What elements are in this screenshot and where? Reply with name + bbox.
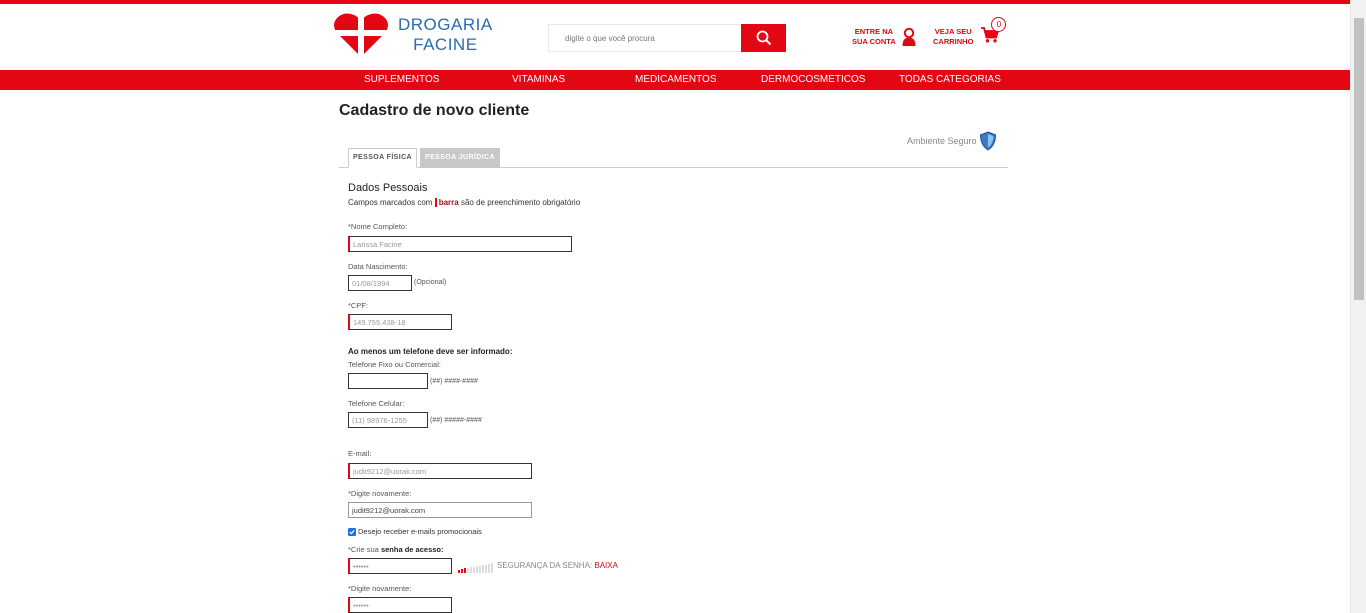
search-button[interactable]	[741, 24, 786, 52]
search-input[interactable]	[548, 24, 741, 52]
cart-icon-wrap: 0	[981, 17, 1007, 47]
heart-cross-logo-icon	[334, 13, 388, 57]
promo-email-option: Desejo receber e-mails promocionais	[348, 527, 482, 536]
store-name: DROGARIA FACINE	[398, 15, 493, 55]
required-note-suffix: são de preenchimento obrigatório	[460, 198, 581, 207]
promo-email-checkbox[interactable]	[348, 527, 356, 536]
person-type-tabs: PESSOA FÍSICA PESSOA JURÍDICA	[339, 148, 1008, 168]
user-icon	[902, 28, 916, 46]
strength-bar	[458, 570, 460, 573]
password-label-prefix: *Crie sua	[348, 545, 379, 554]
strength-bar	[485, 565, 487, 573]
password-label: *Crie sua senha de acesso:	[348, 545, 443, 554]
cart-label-line2: CARRINHO	[933, 37, 974, 46]
landline-format-hint: (##) ####-####	[430, 378, 478, 385]
checkmark-icon	[349, 529, 355, 534]
cpf-label: *CPF:	[348, 301, 369, 310]
full-name-field[interactable]	[348, 236, 572, 252]
nav-item-suplementos[interactable]: SUPLEMENTOS	[364, 74, 439, 86]
cart-label: VEJA SEU CARRINHO	[933, 27, 973, 47]
store-name-line1: DROGARIA	[398, 15, 493, 34]
secure-label: Ambiente Seguro	[907, 136, 977, 146]
name-label: *Nome Completo:	[348, 222, 408, 231]
account-label: ENTRE NA SUA CONTA	[852, 27, 896, 47]
promo-email-label: Desejo receber e-mails promocionais	[358, 527, 482, 536]
nav-item-dermocosmeticos[interactable]: DERMOCOSMETICOS	[761, 74, 865, 86]
birth-date-field[interactable]	[348, 275, 412, 291]
required-note-prefix: Campos marcados com	[348, 198, 433, 207]
nav-item-medicamentos[interactable]: MEDICAMENTOS	[635, 74, 717, 86]
search-bar	[548, 24, 786, 52]
mobile-format-hint: (##) #####-####	[430, 417, 482, 424]
landline-label: Telefone Fixo ou Comercial:	[348, 360, 441, 369]
strength-bar	[491, 563, 493, 573]
cart-label-line1: VEJA SEU	[934, 27, 972, 36]
cart-count-badge: 0	[991, 17, 1007, 32]
category-nav: SUPLEMENTOS VITAMINAS MEDICAMENTOS DERMO…	[0, 70, 1350, 90]
strength-bar	[479, 566, 481, 573]
nav-item-todas-categorias[interactable]: TODAS CATEGORIAS	[899, 74, 1001, 86]
tab-pessoa-juridica[interactable]: PESSOA JURÍDICA	[420, 148, 500, 168]
strength-bar	[473, 567, 475, 573]
email-confirm-label: *Digite novamente:	[348, 489, 412, 498]
password-strength-meter	[458, 562, 493, 573]
email-field[interactable]	[348, 463, 532, 479]
section-title: Dados Pessoais	[348, 182, 428, 194]
birth-optional-hint: (Opcional)	[414, 279, 447, 286]
account-link[interactable]: ENTRE NA SUA CONTA	[852, 27, 916, 47]
password-confirm-field[interactable]	[348, 597, 452, 613]
strength-level: BAIXA	[594, 561, 618, 570]
landline-field[interactable]	[348, 373, 428, 389]
cart-link[interactable]: VEJA SEU CARRINHO 0	[933, 17, 1007, 47]
strength-bar	[482, 565, 484, 573]
required-note-bar: barra	[434, 198, 459, 207]
birth-label: Data Nascimento:	[348, 262, 408, 271]
search-icon	[756, 30, 771, 46]
page-scrollbar[interactable]	[1350, 0, 1366, 613]
strength-bar	[488, 564, 490, 573]
password-label-bold: senha de acesso:	[380, 545, 444, 554]
strength-label: SEGURANÇA DA SENHA:	[497, 561, 593, 570]
required-fields-note: Campos marcados com barra são de preench…	[348, 198, 580, 207]
account-label-line2: SUA CONTA	[852, 37, 896, 46]
store-name-line2: FACINE	[413, 35, 478, 54]
mobile-field[interactable]	[348, 412, 428, 428]
email-confirm-field[interactable]	[348, 502, 532, 518]
password-field[interactable]	[348, 558, 452, 574]
mobile-label: Telefone Celular:	[348, 399, 405, 408]
cpf-field[interactable]	[348, 314, 452, 330]
email-label: E-mail:	[348, 449, 372, 458]
strength-bar	[470, 567, 472, 573]
strength-bar	[461, 569, 463, 573]
password-strength-text: SEGURANÇA DA SENHA: BAIXA	[497, 561, 618, 570]
strength-bar	[464, 568, 466, 573]
password-confirm-label: *Digite novamente:	[348, 584, 412, 593]
phone-required-note: Ao menos um telefone deve ser informado:	[348, 347, 513, 356]
page-title: Cadastro de novo cliente	[339, 102, 530, 119]
account-label-line1: ENTRE NA	[854, 27, 894, 36]
tab-pessoa-fisica[interactable]: PESSOA FÍSICA	[348, 148, 417, 168]
scrollbar-thumb[interactable]	[1354, 18, 1364, 300]
strength-bar	[467, 568, 469, 573]
store-logo[interactable]: DROGARIA FACINE	[334, 13, 493, 57]
top-accent-bar	[0, 0, 1350, 4]
nav-item-vitaminas[interactable]: VITAMINAS	[512, 74, 565, 86]
strength-bar	[476, 566, 478, 573]
